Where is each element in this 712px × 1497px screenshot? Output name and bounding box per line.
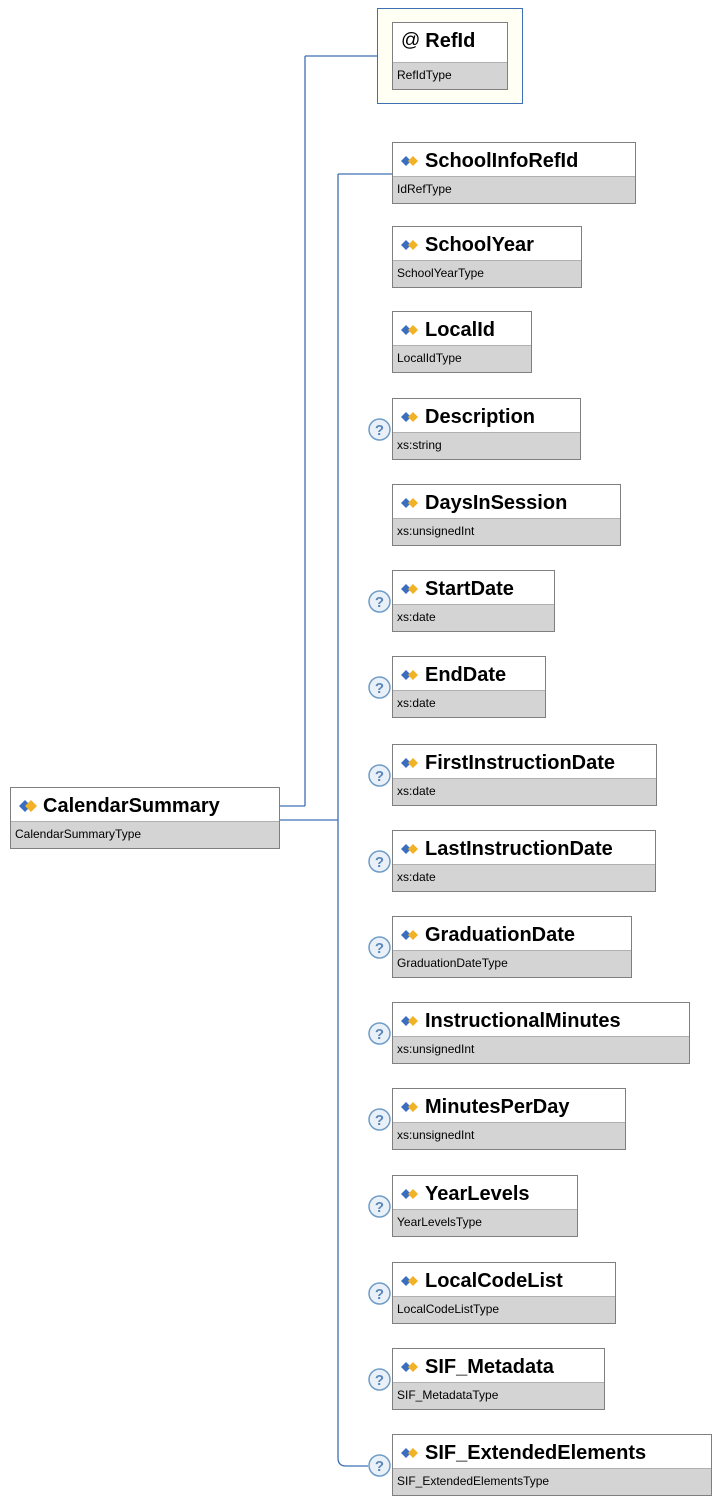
element-icon [401,1276,418,1286]
element-lastinstructiondate[interactable]: LastInstructionDate xs:date [392,830,656,892]
element-localcodelist[interactable]: LocalCodeList LocalCodeListType [392,1262,616,1324]
element-name: LocalCodeList [425,1269,563,1292]
element-sif-metadata[interactable]: SIF_Metadata SIF_MetadataType [392,1348,605,1410]
element-icon [401,930,418,940]
element-name: DaysInSession [425,491,568,514]
element-icon [401,1016,418,1026]
optional-symbol: ? [375,1199,384,1216]
element-icon [401,1189,418,1199]
optional-symbol: ? [375,1286,384,1303]
element-description[interactable]: Description xs:string [392,398,581,460]
element-type: LocalCodeListType [393,1296,615,1323]
optional-symbol: ? [375,940,384,957]
element-icon [401,325,418,335]
schema-diagram: @ RefId RefIdType CalendarSummary Calend… [0,0,712,1497]
root-element-calendarsummary[interactable]: CalendarSummary CalendarSummaryType [10,787,280,849]
element-schoolyear[interactable]: SchoolYear SchoolYearType [392,226,582,288]
optional-symbol: ? [375,1458,384,1475]
optional-icon: ? [368,1022,391,1045]
optional-icon: ? [368,1108,391,1131]
optional-icon: ? [368,1368,391,1391]
element-type: GraduationDateType [393,950,631,977]
element-type: xs:string [393,432,580,459]
element-daysinsession[interactable]: DaysInSession xs:unsignedInt [392,484,621,546]
element-schoolinforefid[interactable]: SchoolInfoRefId IdRefType [392,142,636,204]
element-name: SchoolYear [425,233,534,256]
optional-icon: ? [368,590,391,613]
optional-symbol: ? [375,1026,384,1043]
element-firstinstructiondate[interactable]: FirstInstructionDate xs:date [392,744,657,806]
optional-icon: ? [368,676,391,699]
optional-symbol: ? [375,854,384,871]
element-icon [401,1362,418,1372]
attribute-icon: @ [401,30,421,51]
element-name: MinutesPerDay [425,1095,570,1118]
optional-symbol: ? [375,422,384,439]
element-type: xs:date [393,604,554,631]
element-name: StartDate [425,577,514,600]
element-localid[interactable]: LocalId LocalIdType [392,311,532,373]
element-icon [401,670,418,680]
element-type: xs:date [393,778,656,805]
element-type: xs:unsignedInt [393,1122,625,1149]
element-name: LocalId [425,318,496,341]
element-enddate[interactable]: EndDate xs:date [392,656,546,718]
optional-symbol: ? [375,594,384,611]
element-minutesperday[interactable]: MinutesPerDay xs:unsignedInt [392,1088,626,1150]
element-startdate[interactable]: StartDate xs:date [392,570,555,632]
element-sif-extendedelements[interactable]: SIF_ExtendedElements SIF_ExtendedElements… [392,1434,712,1496]
element-icon [401,498,418,508]
element-name: FirstInstructionDate [425,751,616,774]
element-type: xs:date [393,864,655,891]
element-icon [401,1102,418,1112]
element-type: LocalIdType [393,345,531,372]
attribute-name: RefId [425,29,476,52]
element-icon [401,240,418,250]
element-name: SIF_Metadata [425,1355,554,1378]
optional-icon: ? [368,418,391,441]
root-element-type: CalendarSummaryType [11,821,279,848]
element-type: xs:unsignedInt [393,518,620,545]
element-icon [401,1448,418,1458]
element-yearlevels[interactable]: YearLevels YearLevelsType [392,1175,578,1237]
optional-icon: ? [368,1282,391,1305]
element-icon [19,800,37,812]
element-name: SIF_ExtendedElements [425,1441,647,1464]
attribute-frame: @ RefId RefIdType [377,8,523,104]
sequence-connector [337,1457,368,1467]
optional-icon: ? [368,764,391,787]
element-name: EndDate [425,663,507,686]
element-icon [401,412,418,422]
element-name: LastInstructionDate [425,837,613,860]
element-icon [401,844,418,854]
optional-icon: ? [368,1454,391,1477]
element-type: xs:unsignedInt [393,1036,689,1063]
optional-icon: ? [368,1195,391,1218]
element-type: SchoolYearType [393,260,581,287]
element-name: SchoolInfoRefId [425,149,579,172]
optional-icon: ? [368,850,391,873]
element-name: GraduationDate [425,923,576,946]
element-icon [401,156,418,166]
element-graduationdate[interactable]: GraduationDate GraduationDateType [392,916,632,978]
optional-symbol: ? [375,1372,384,1389]
element-type: YearLevelsType [393,1209,577,1236]
element-name: YearLevels [425,1182,530,1205]
element-type: IdRefType [393,176,635,203]
optional-symbol: ? [375,1112,384,1129]
optional-symbol: ? [375,680,384,697]
element-name: InstructionalMinutes [425,1009,621,1032]
element-type: xs:date [393,690,545,717]
element-icon [401,584,418,594]
element-type: SIF_ExtendedElementsType [393,1468,711,1495]
element-icon [401,758,418,768]
optional-icon: ? [368,936,391,959]
root-element-name: CalendarSummary [43,794,220,817]
attribute-type: RefIdType [393,62,507,89]
attribute-refid[interactable]: @ RefId RefIdType [392,22,508,90]
element-name: Description [425,405,536,428]
element-instructionalminutes[interactable]: InstructionalMinutes xs:unsignedInt [392,1002,690,1064]
element-type: SIF_MetadataType [393,1382,604,1409]
optional-symbol: ? [375,768,384,785]
